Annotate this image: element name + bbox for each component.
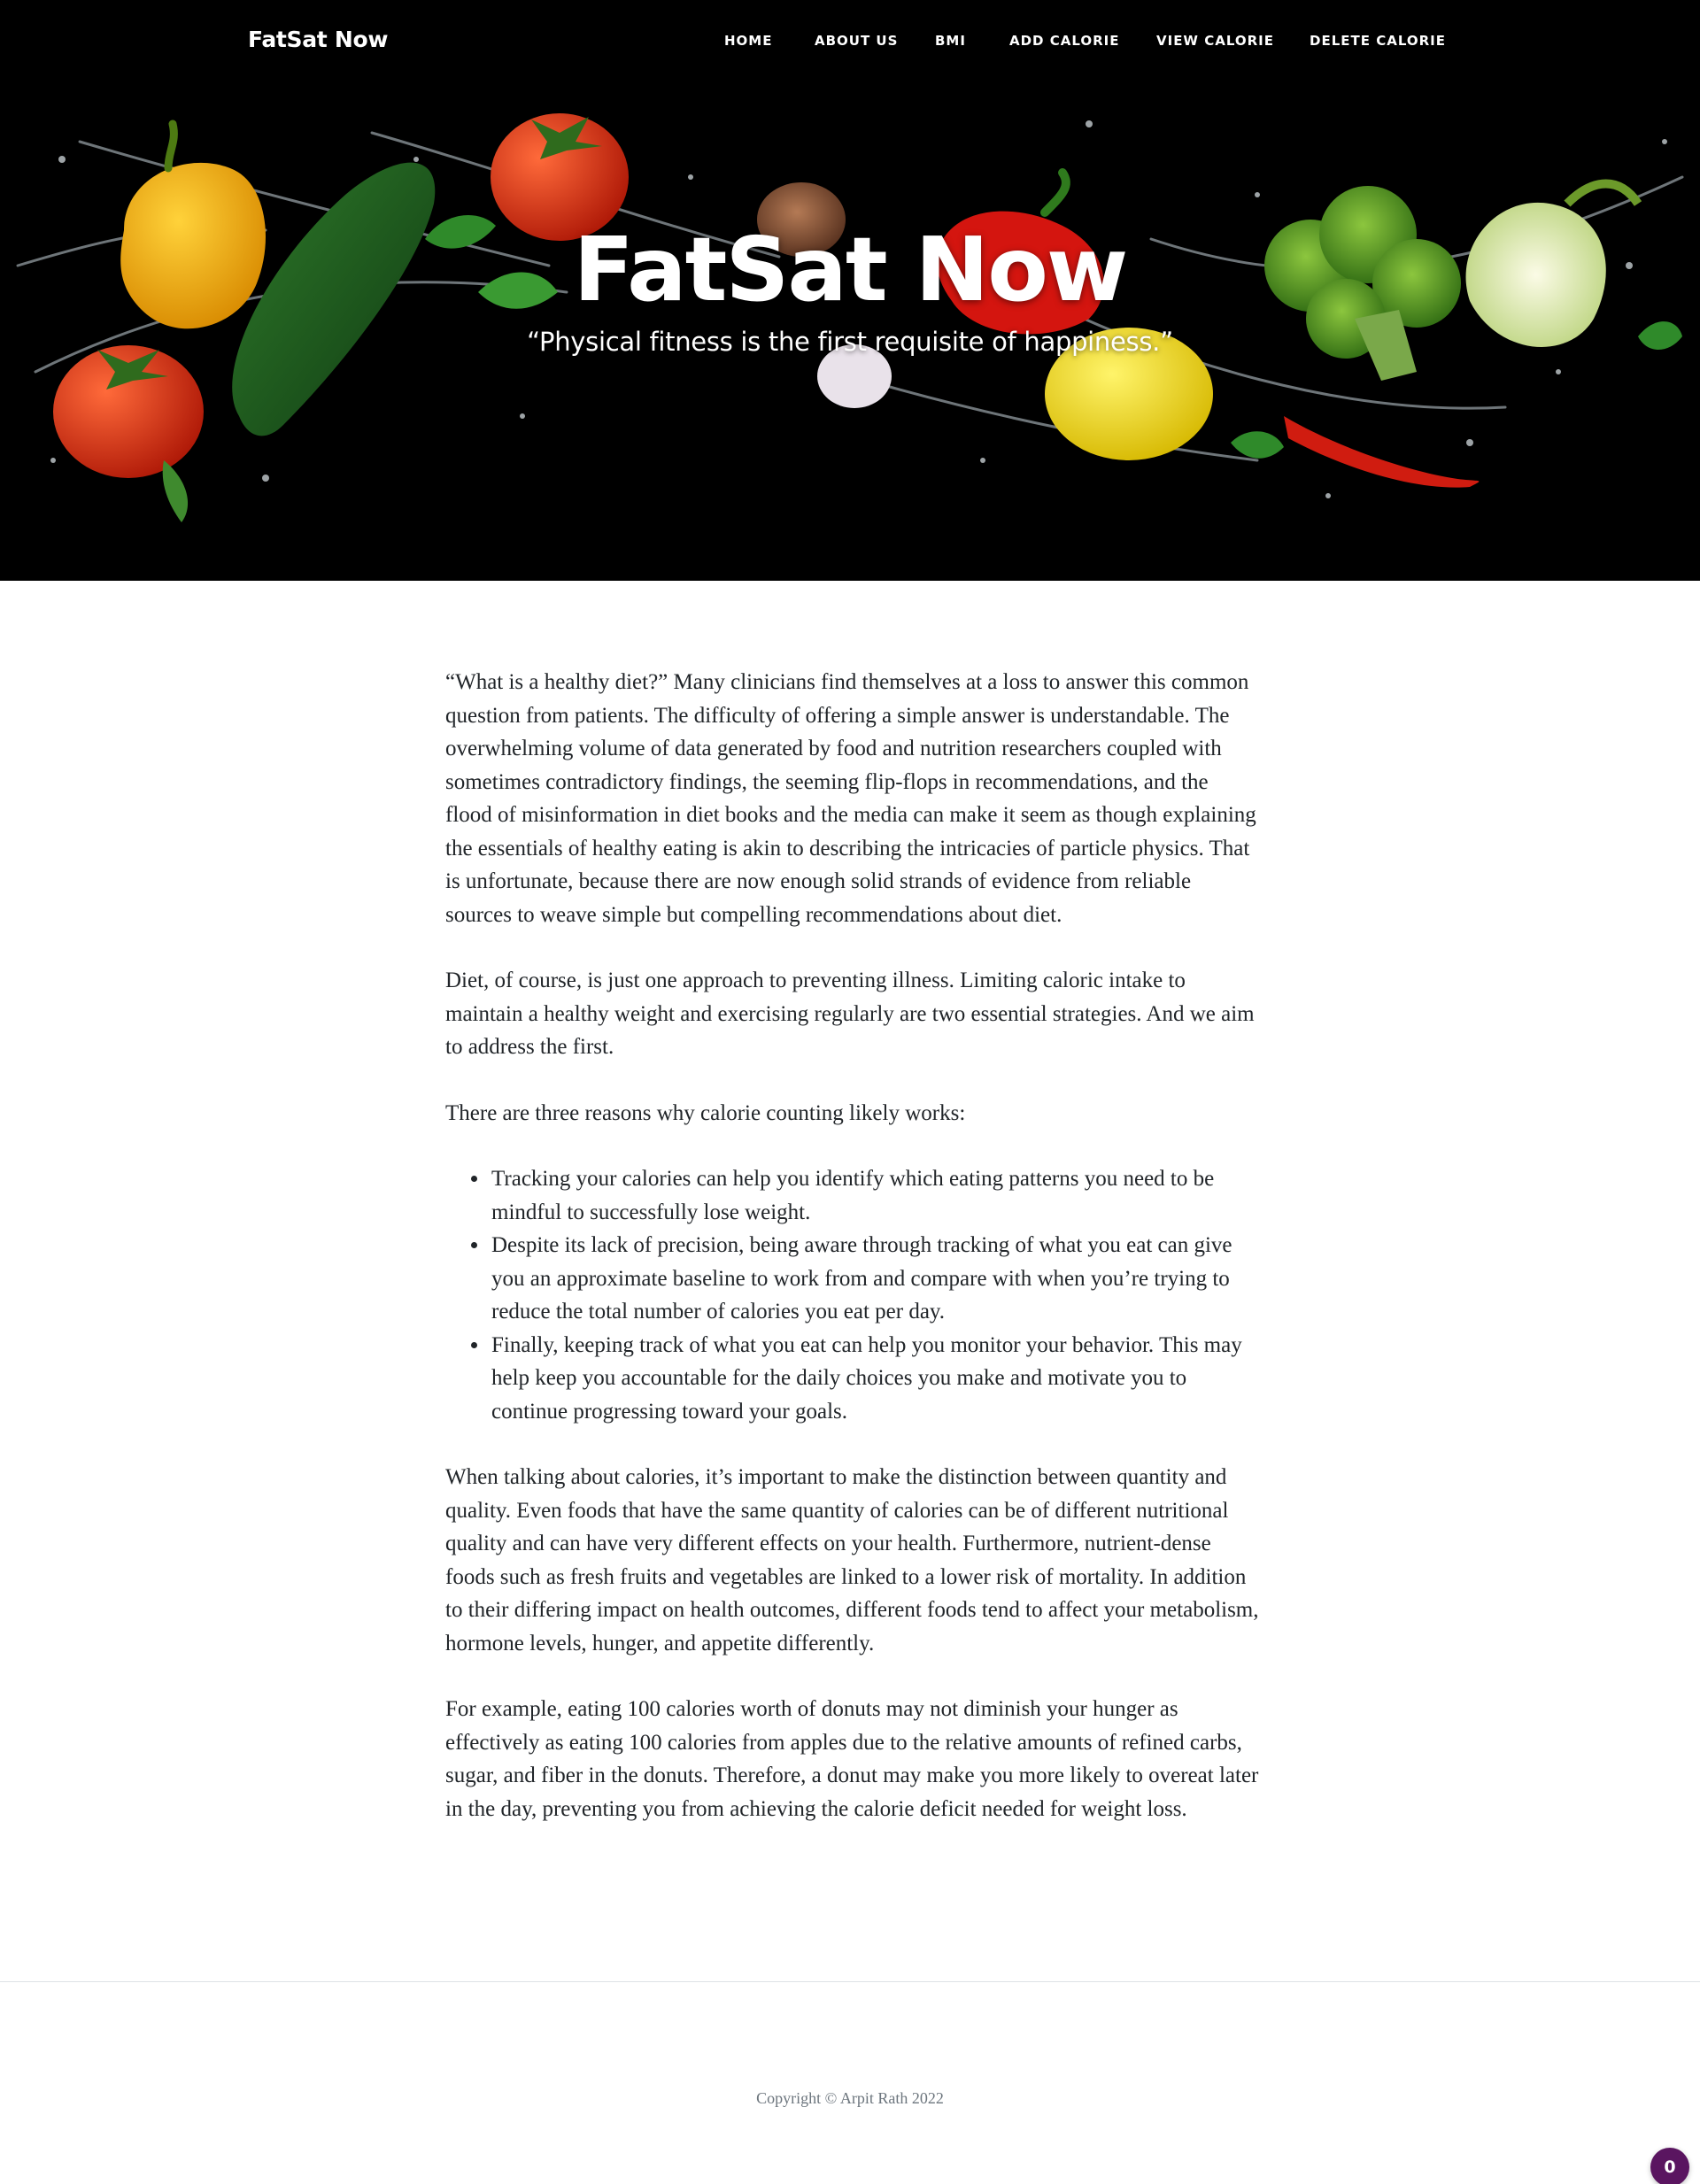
- page-subheading-quote: “Physical fitness is the first requisite…: [527, 327, 1173, 357]
- list-item: Despite its lack of precision, being awa…: [490, 1229, 1260, 1329]
- site-heading: FatSat Now “Physical fitness is the firs…: [0, 221, 1700, 358]
- top-navbar: FatSat Now HOME ABOUT US BMI ADD CALORIE…: [0, 0, 1700, 85]
- nav-link-bmi[interactable]: BMI: [935, 33, 966, 49]
- nav-link-view-calorie[interactable]: VIEW CALORIE: [1156, 33, 1274, 49]
- article-paragraph: “What is a healthy diet?” Many clinician…: [445, 670, 1256, 927]
- nav-link-delete-calorie[interactable]: DELETE CALORIE: [1310, 33, 1446, 49]
- nav-links: HOME ABOUT US BMI ADD CALORIE VIEW CALOR…: [0, 33, 1700, 54]
- article-paragraph: For example, eating 100 calories worth o…: [445, 1697, 1259, 1821]
- notification-count-badge[interactable]: 0: [1650, 2148, 1689, 2184]
- article-paragraph: Diet, of course, is just one approach to…: [445, 969, 1255, 1059]
- article-body: “What is a healthy diet?” Many clinician…: [445, 666, 1260, 1858]
- nav-link-add-calorie[interactable]: ADD CALORIE: [1009, 33, 1120, 49]
- nav-link-about-us[interactable]: ABOUT US: [815, 33, 898, 49]
- footer-copyright: Copyright © Arpit Rath 2022: [756, 2089, 944, 2107]
- list-item: Finally, keeping track of what you eat c…: [490, 1329, 1260, 1429]
- hero-header: FatSat Now HOME ABOUT US BMI ADD CALORIE…: [0, 0, 1700, 581]
- article-paragraph: When talking about calories, it’s import…: [445, 1465, 1259, 1655]
- nav-link-home[interactable]: HOME: [724, 33, 772, 49]
- list-item: Tracking your calories can help you iden…: [490, 1162, 1260, 1229]
- footer-divider: [0, 1981, 1700, 1982]
- reasons-list: Tracking your calories can help you iden…: [490, 1162, 1260, 1428]
- article-paragraph: There are three reasons why calorie coun…: [445, 1100, 966, 1125]
- page-title: FatSat Now: [573, 218, 1129, 321]
